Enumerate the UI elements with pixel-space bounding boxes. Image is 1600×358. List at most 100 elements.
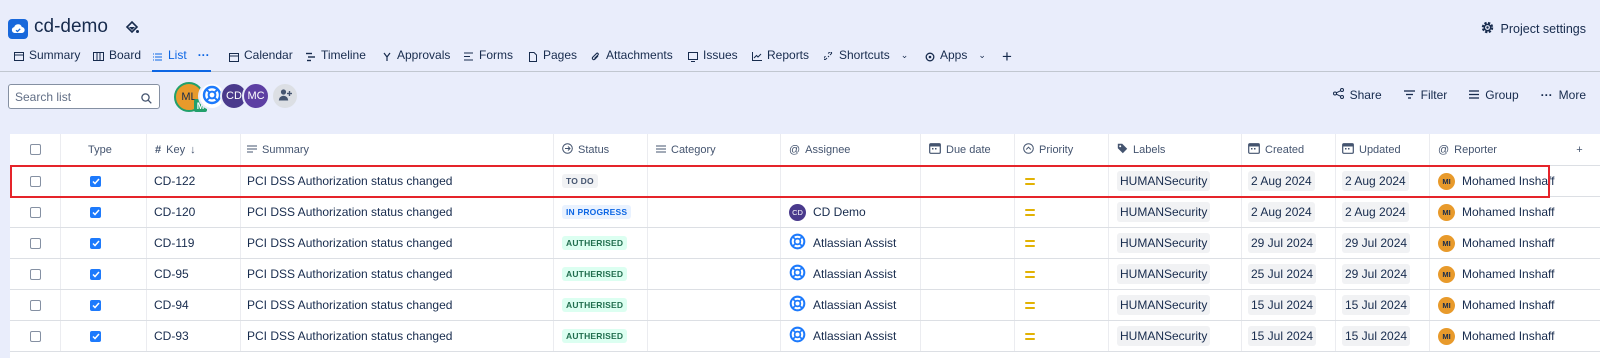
labels-cell[interactable]: HUMANSecurity (1108, 228, 1241, 258)
labels-cell[interactable]: HUMANSecurity (1108, 321, 1241, 351)
tab-calendar[interactable]: Calendar (228, 48, 293, 72)
table-row[interactable]: CD-119 PCI DSS Authorization status chan… (10, 228, 1600, 259)
status-badge[interactable]: AUTHERISED (562, 329, 628, 343)
category-cell[interactable] (647, 321, 780, 351)
status-badge[interactable]: AUTHERISED (562, 236, 628, 250)
due-date-cell[interactable] (920, 166, 1014, 196)
table-row[interactable]: CD-122 PCI DSS Authorization status chan… (10, 166, 1600, 197)
tab-timeline[interactable]: Timeline (305, 48, 366, 72)
tab-attachments[interactable]: Attachments (590, 48, 673, 72)
assignee-cell[interactable] (780, 166, 920, 196)
issue-key[interactable]: CD-95 (146, 259, 240, 289)
table-row[interactable]: CD-94 PCI DSS Authorization status chang… (10, 290, 1600, 321)
priority-cell[interactable] (1014, 166, 1108, 196)
paint-bucket-icon[interactable] (124, 20, 140, 36)
issue-summary[interactable]: PCI DSS Authorization status changed (240, 166, 553, 196)
column-header-status[interactable]: Status (553, 134, 647, 165)
column-header-priority[interactable]: Priority (1014, 134, 1108, 165)
priority-cell[interactable] (1014, 228, 1108, 258)
due-date-cell[interactable] (920, 197, 1014, 227)
column-header-summary[interactable]: Summary (240, 134, 553, 165)
issue-summary[interactable]: PCI DSS Authorization status changed (240, 259, 553, 289)
column-header-updated[interactable]: Updated (1335, 134, 1429, 165)
add-column-icon[interactable]: + (1559, 134, 1600, 165)
assignee-cell[interactable]: CD CD Demo (780, 197, 920, 227)
column-header-key[interactable]: # Key ↓ (146, 134, 240, 165)
row-checkbox[interactable] (29, 299, 41, 311)
tab-forms[interactable]: Forms (463, 48, 513, 72)
tab-pages[interactable]: Pages (527, 48, 577, 72)
due-date-cell[interactable] (920, 259, 1014, 289)
priority-cell[interactable] (1014, 321, 1108, 351)
chevron-down-icon[interactable]: ⌄ (901, 50, 909, 61)
labels-cell[interactable]: HUMANSecurity (1108, 290, 1241, 320)
column-header-reporter[interactable]: @ Reporter (1429, 134, 1559, 165)
search-input[interactable] (15, 89, 135, 104)
reporter-cell[interactable]: MI Mohamed Inshaff (1429, 290, 1559, 320)
assignee-cell[interactable]: Atlassian Assist (780, 290, 920, 320)
assignee-cell[interactable]: Atlassian Assist (780, 228, 920, 258)
filter-button[interactable]: Filter (1403, 88, 1447, 102)
status-badge[interactable]: TO DO (562, 174, 598, 188)
category-cell[interactable] (647, 290, 780, 320)
due-date-cell[interactable] (920, 290, 1014, 320)
priority-cell[interactable] (1014, 259, 1108, 289)
reporter-cell[interactable]: MI Mohamed Inshaff (1429, 321, 1559, 351)
reporter-cell[interactable]: MI Mohamed Inshaff (1429, 197, 1559, 227)
share-button[interactable]: Share (1332, 88, 1382, 102)
issue-summary[interactable]: PCI DSS Authorization status changed (240, 321, 553, 351)
assignee-cell[interactable]: Atlassian Assist (780, 321, 920, 351)
list-more-icon[interactable]: ··· (198, 48, 210, 62)
issue-summary[interactable]: PCI DSS Authorization status changed (240, 290, 553, 320)
row-checkbox[interactable] (29, 237, 41, 249)
add-tab-icon[interactable]: + (1002, 48, 1012, 65)
group-button[interactable]: Group (1469, 88, 1519, 102)
issue-key[interactable]: CD-120 (146, 197, 240, 227)
column-header-created[interactable]: Created (1241, 134, 1335, 165)
more-button[interactable]: ··· More (1541, 88, 1586, 102)
category-cell[interactable] (647, 166, 780, 196)
issue-summary[interactable]: PCI DSS Authorization status changed (240, 228, 553, 258)
status-badge[interactable]: AUTHERISED (562, 298, 628, 312)
assignee-cell[interactable]: Atlassian Assist (780, 259, 920, 289)
category-cell[interactable] (647, 228, 780, 258)
labels-cell[interactable]: HUMANSecurity (1108, 166, 1241, 196)
table-row[interactable]: CD-120 PCI DSS Authorization status chan… (10, 197, 1600, 228)
project-settings-button[interactable]: Project settings (1480, 20, 1586, 38)
reporter-cell[interactable]: MI Mohamed Inshaff (1429, 259, 1559, 289)
chevron-down-icon[interactable]: ⌄ (978, 50, 986, 61)
issue-summary[interactable]: PCI DSS Authorization status changed (240, 197, 553, 227)
issue-key[interactable]: CD-94 (146, 290, 240, 320)
tab-reports[interactable]: Reports (751, 48, 809, 72)
reporter-cell[interactable]: MI Mohamed Inshaff (1429, 228, 1559, 258)
row-checkbox[interactable] (29, 330, 41, 342)
tab-apps[interactable]: Apps ⌄ (924, 48, 986, 72)
tab-issues[interactable]: Issues (687, 48, 738, 72)
status-badge[interactable]: AUTHERISED (562, 267, 628, 281)
table-row[interactable]: CD-93 PCI DSS Authorization status chang… (10, 321, 1600, 352)
tab-board[interactable]: Board (93, 48, 141, 72)
category-cell[interactable] (647, 259, 780, 289)
due-date-cell[interactable] (920, 321, 1014, 351)
add-people-button[interactable] (271, 82, 299, 110)
row-checkbox[interactable] (29, 268, 41, 280)
search-field[interactable] (8, 84, 160, 109)
select-all-checkbox[interactable] (29, 144, 41, 155)
category-cell[interactable] (647, 197, 780, 227)
due-date-cell[interactable] (920, 228, 1014, 258)
column-header-type[interactable]: Type (60, 134, 146, 165)
tab-list[interactable]: List ··· (152, 48, 211, 72)
table-row[interactable]: CD-95 PCI DSS Authorization status chang… (10, 259, 1600, 290)
row-checkbox[interactable] (29, 175, 41, 187)
tab-summary[interactable]: Summary (13, 48, 80, 72)
labels-cell[interactable]: HUMANSecurity (1108, 259, 1241, 289)
priority-cell[interactable] (1014, 290, 1108, 320)
issue-key[interactable]: CD-93 (146, 321, 240, 351)
labels-cell[interactable]: HUMANSecurity (1108, 197, 1241, 227)
status-badge[interactable]: IN PROGRESS (562, 205, 632, 219)
tab-shortcuts[interactable]: Shortcuts ⌄ (823, 48, 908, 72)
reporter-cell[interactable]: MI Mohamed Inshaff (1429, 166, 1559, 196)
column-header-category[interactable]: Category (647, 134, 780, 165)
column-header-assignee[interactable]: @ Assignee (780, 134, 920, 165)
avatar-mc[interactable]: MC (242, 82, 270, 110)
